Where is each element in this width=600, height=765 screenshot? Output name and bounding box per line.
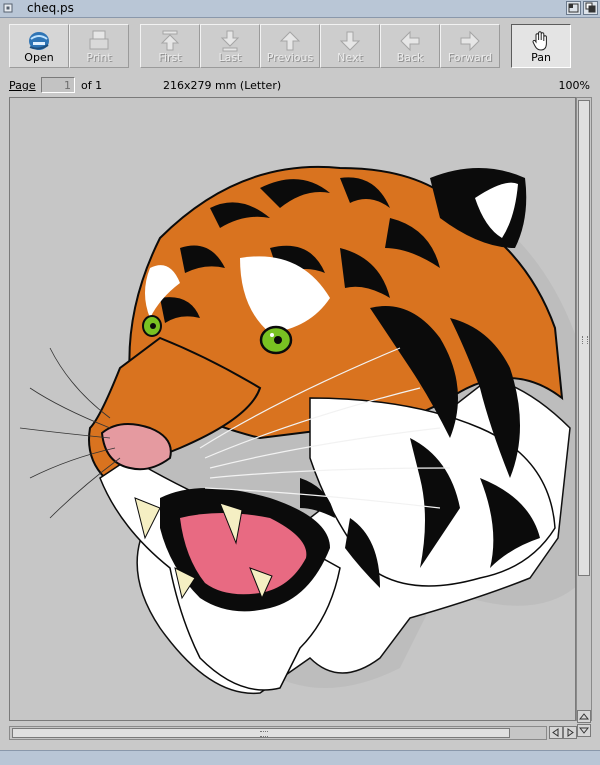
first-button[interactable]: First [140,24,200,68]
scroll-up-button[interactable] [577,710,591,723]
first-page-icon [160,30,180,51]
horizontal-scroll-knob[interactable] [12,728,510,738]
printer-icon [89,30,109,50]
depth-icon[interactable] [583,1,598,15]
page-count-label: of 1 [81,79,103,92]
triangle-down-icon [578,727,590,734]
close-icon[interactable] [3,3,13,13]
vertical-scrollbar[interactable] [576,97,592,721]
pan-label: Pan [531,51,551,64]
toolbar: Open Print First Last Previous Next Back [0,19,600,75]
back-button[interactable]: Back [380,24,440,68]
forward-button[interactable]: Forward [440,24,500,68]
previous-button[interactable]: Previous [260,24,320,68]
back-label: Back [396,51,424,64]
title-bar[interactable]: cheq.ps [0,0,600,18]
print-button[interactable]: Print [69,24,129,68]
triangle-left-icon [552,728,559,737]
scroll-left-button[interactable] [549,726,563,739]
viewer-window: cheq.ps Open Print First Last Previous N… [0,0,600,765]
open-label: Open [24,51,54,64]
first-label: First [158,51,182,64]
vertical-scroll-knob[interactable] [578,100,590,576]
last-button[interactable]: Last [200,24,260,68]
hand-icon [532,31,547,51]
open-button[interactable]: Open [9,24,69,68]
window-gadgets [566,1,598,15]
open-icon [29,32,49,50]
print-label: Print [86,51,112,64]
last-label: Last [218,51,242,64]
triangle-up-icon [578,713,590,720]
zoom-window-icon[interactable] [566,1,581,15]
horizontal-scrollbar[interactable] [9,726,547,740]
page-number-input[interactable] [41,77,75,93]
navigation-bar: Page of 1 216x279 mm (Letter) 100% [0,76,600,96]
arrow-down-icon [339,31,361,51]
pan-button[interactable]: Pan [511,24,571,68]
paper-size-label: 216x279 mm (Letter) [163,79,282,92]
scroll-down-button[interactable] [577,724,591,737]
previous-label: Previous [266,51,314,64]
arrow-right-icon [460,30,480,52]
next-label: Next [337,51,363,64]
triangle-right-icon [567,728,574,737]
arrow-left-icon [400,30,420,52]
window-bottom-border [0,744,600,765]
page-label: Page [9,79,36,92]
zoom-level[interactable]: 100% [559,79,590,92]
forward-label: Forward [447,51,493,64]
last-page-icon [220,30,240,52]
window-title: cheq.ps [27,1,74,15]
scroll-right-button[interactable] [563,726,577,739]
next-button[interactable]: Next [320,24,380,68]
tiger-illustration [19,165,575,695]
document-viewport[interactable] [9,97,576,721]
arrow-up-icon [279,31,301,51]
